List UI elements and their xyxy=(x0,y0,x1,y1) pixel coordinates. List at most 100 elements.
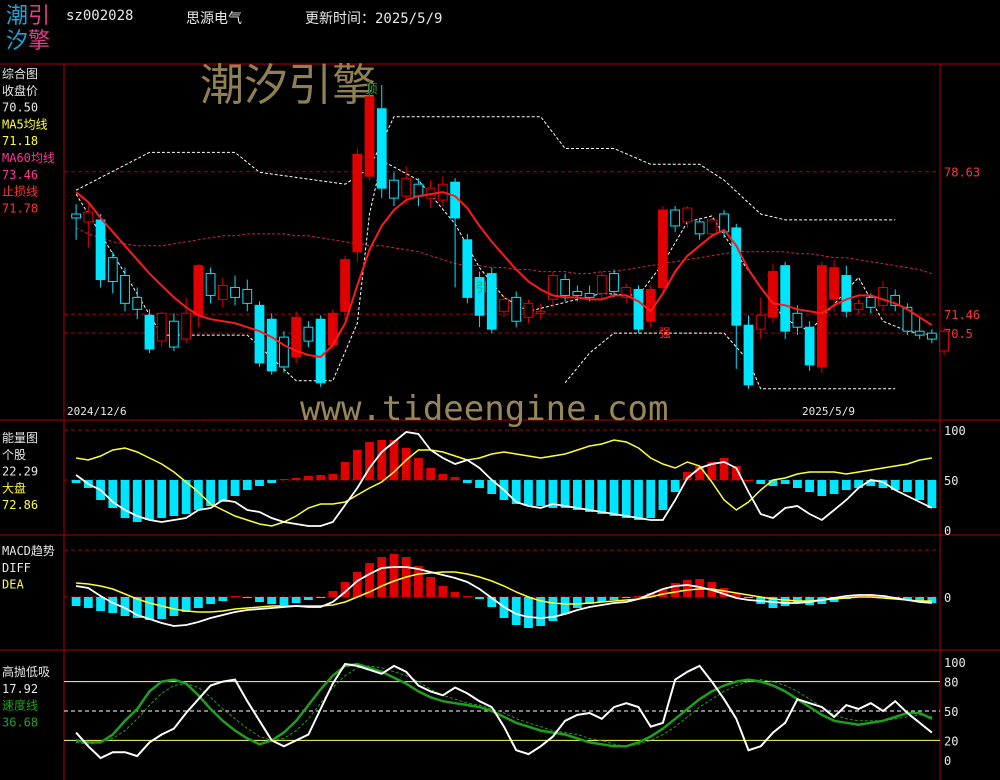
energy-bar xyxy=(780,480,790,484)
energy-bar xyxy=(793,480,802,488)
energy-tick-label: 0 xyxy=(944,524,951,538)
panel-label: 17.92 xyxy=(2,682,38,696)
macd-bar xyxy=(206,597,215,604)
candle-body xyxy=(609,273,619,292)
macd-bar xyxy=(242,597,252,598)
energy-bar xyxy=(169,480,179,516)
energy-bar xyxy=(609,480,619,516)
panel-label: 22.29 xyxy=(2,465,38,479)
energy-tick-label: 50 xyxy=(944,474,958,488)
indicator-chart-canvas[interactable]: 潮汐引擎 www.tideengine.com 综合图收盘价 70.50 MA5均线 71… xyxy=(0,0,1000,780)
candle-body xyxy=(841,275,852,312)
candle-body xyxy=(743,324,754,386)
macd-bar xyxy=(377,557,387,597)
energy-bar xyxy=(340,462,350,480)
macd-bar xyxy=(193,597,203,608)
candle-body xyxy=(926,332,937,340)
candle-body xyxy=(376,108,387,189)
energy-bar xyxy=(829,480,839,494)
macd-bar xyxy=(303,597,313,600)
candle-body xyxy=(132,296,143,310)
energy-bar xyxy=(572,480,582,510)
candle-body xyxy=(230,286,240,298)
candle-body xyxy=(193,265,204,316)
candle-body xyxy=(792,312,803,328)
guide-line xyxy=(75,159,932,382)
candle-body xyxy=(462,239,473,298)
energy-bar xyxy=(230,480,240,496)
signal-annotation: 强 xyxy=(659,326,671,340)
candle-body xyxy=(780,265,791,332)
candle-body xyxy=(340,259,350,312)
candle-body xyxy=(670,209,681,227)
energy-bar xyxy=(646,480,656,518)
hl-tick-label: 0 xyxy=(944,754,951,768)
signal-annotation: 引 xyxy=(476,280,488,294)
macd-bar xyxy=(145,597,154,620)
macd-bar xyxy=(450,592,460,597)
energy-bar xyxy=(756,480,766,484)
energy-bar xyxy=(328,474,338,480)
candle-body xyxy=(205,273,216,296)
ma60-line xyxy=(75,227,933,275)
panel-label: MA60均线 xyxy=(2,151,55,165)
macd-bar xyxy=(609,597,619,600)
candle-body xyxy=(107,257,118,283)
energy-bar xyxy=(71,480,81,483)
energy-bar xyxy=(597,480,607,514)
hl-tick-label: 50 xyxy=(944,705,958,719)
macd-bar xyxy=(462,596,472,597)
panel-label: 70.50 xyxy=(2,101,38,115)
signal-annotation: 顶 xyxy=(366,82,378,96)
energy-bar xyxy=(511,480,521,504)
energy-bar xyxy=(242,480,252,490)
energy-tick-label: 100 xyxy=(944,424,966,438)
macd-bar xyxy=(255,597,264,602)
energy-bar xyxy=(658,480,668,510)
macd-bar xyxy=(169,597,179,616)
candle-body xyxy=(596,275,607,294)
candle-body xyxy=(279,336,289,368)
candle-body xyxy=(560,279,571,296)
candle-body xyxy=(878,286,888,306)
macd-bar xyxy=(96,597,105,611)
energy-bar xyxy=(206,480,215,506)
candle-body xyxy=(401,177,412,197)
energy-bar xyxy=(475,480,484,488)
candle-body xyxy=(804,326,815,366)
x-start-label: 2024/12/6 xyxy=(67,405,127,418)
ma-red-line xyxy=(75,191,933,359)
candle-body xyxy=(242,288,253,304)
macd-bar xyxy=(524,597,533,628)
candle-body xyxy=(315,318,326,384)
energy-bar xyxy=(915,480,925,500)
energy-bar xyxy=(536,480,546,506)
macd-bar xyxy=(389,554,399,597)
candle-body xyxy=(584,292,595,298)
energy-bar xyxy=(267,480,277,483)
candle-body xyxy=(939,330,950,352)
brand-watermark: 潮汐引擎 xyxy=(200,60,376,111)
speed-dotted-line xyxy=(76,665,932,747)
panel-label: 综合图 xyxy=(2,66,38,81)
macd-bar xyxy=(71,597,81,606)
macd-bar xyxy=(218,597,228,601)
energy-bar xyxy=(438,474,448,480)
macd-bar xyxy=(83,597,93,608)
energy-bar xyxy=(634,480,643,520)
panel-label: MA5均线 xyxy=(2,117,48,131)
panel-label: 收盘价 xyxy=(2,83,38,98)
macd-bar xyxy=(291,597,301,603)
candle-body xyxy=(535,310,546,314)
candle-body xyxy=(755,314,766,330)
energy-bar xyxy=(621,480,631,518)
macd-bar xyxy=(572,597,582,608)
energy-bar xyxy=(805,480,815,492)
energy-bar xyxy=(279,479,289,480)
macd-bar xyxy=(279,597,289,605)
candle-body xyxy=(120,275,130,304)
macd-bar xyxy=(328,591,338,597)
candle-body xyxy=(303,326,314,342)
candle-body xyxy=(706,219,717,235)
price-tick-label: 78.63 xyxy=(944,166,980,180)
